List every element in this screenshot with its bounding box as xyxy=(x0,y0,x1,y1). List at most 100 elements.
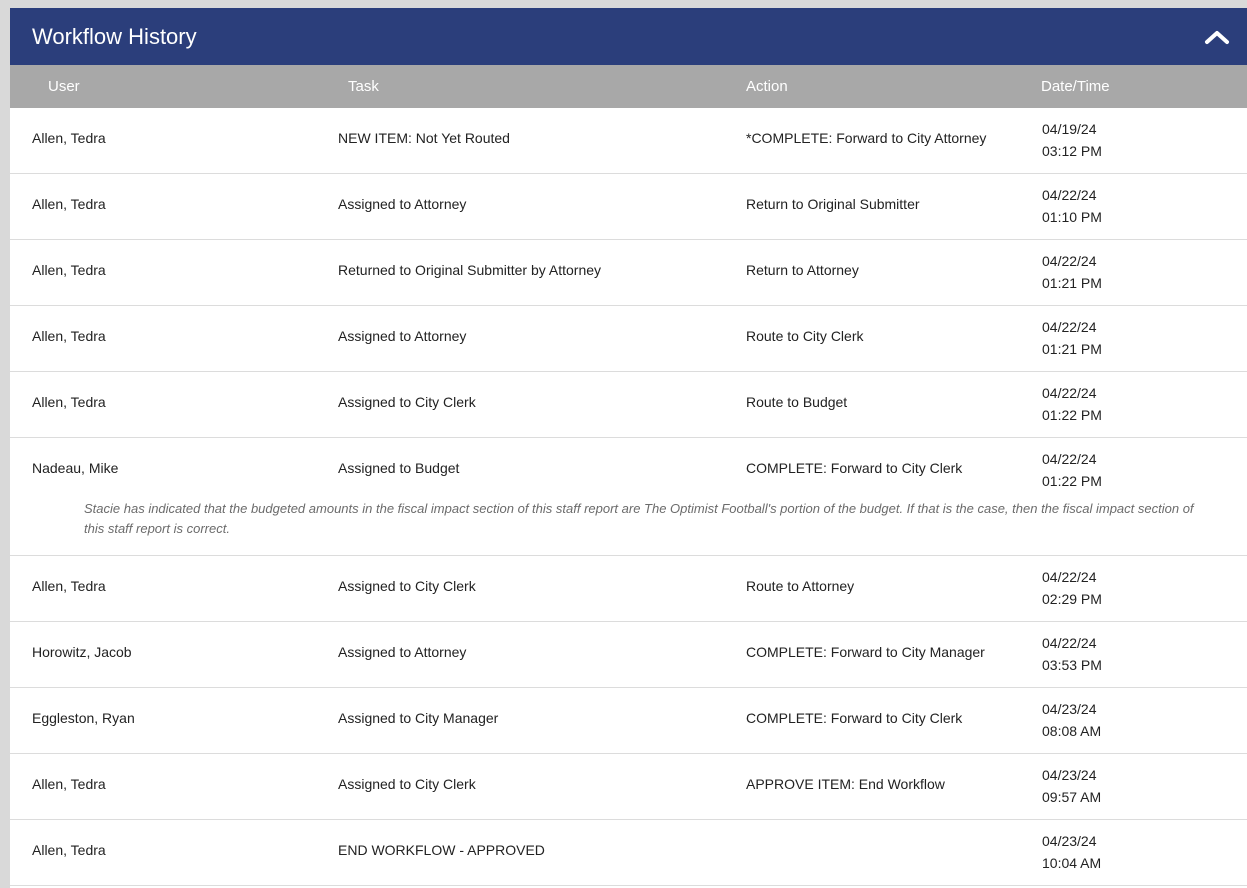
table-row-main: Nadeau, Mike Assigned to Budget COMPLETE: … xyxy=(10,438,1247,503)
cell-time: 03:53 PM xyxy=(1042,657,1102,673)
cell-user: Allen, Tedra xyxy=(32,394,106,410)
cell-task: Assigned to City Clerk xyxy=(338,578,476,594)
cell-action xyxy=(717,833,1014,842)
table-row-main: Allen, Tedra Assigned to City Clerk Route … xyxy=(10,556,1247,621)
column-header-action: Action xyxy=(746,78,788,95)
cell-datetime: 04/22/24 01:10 PM xyxy=(1014,184,1247,228)
cell-task: Assigned to Budget xyxy=(338,460,460,476)
cell-date: 04/22/24 xyxy=(1042,187,1097,203)
cell-time: 01:10 PM xyxy=(1042,209,1102,225)
cell-date: 04/22/24 xyxy=(1042,385,1097,401)
cell-datetime: 04/22/24 01:21 PM xyxy=(1014,316,1247,360)
table-row-main: Allen, Tedra NEW ITEM: Not Yet Routed *COM… xyxy=(10,108,1247,173)
cell-date: 04/22/24 xyxy=(1042,569,1097,585)
table-row: Allen, Tedra NEW ITEM: Not Yet Routed *COM… xyxy=(10,108,1247,174)
chevron-up-icon xyxy=(1204,29,1230,45)
cell-user: Allen, Tedra xyxy=(32,130,106,146)
cell-time: 10:04 AM xyxy=(1042,855,1102,871)
cell-user: Allen, Tedra xyxy=(32,262,106,278)
cell-datetime: 04/23/24 10:04 AM xyxy=(1014,830,1247,874)
cell-user: Allen, Tedra xyxy=(32,578,106,594)
table-row: Allen, Tedra Returned to Original Submitt… xyxy=(10,240,1247,306)
cell-task: Returned to Original Submitter by Attorn… xyxy=(338,262,602,278)
cell-datetime: 04/22/24 03:53 PM xyxy=(1014,632,1247,676)
column-header-task: Task xyxy=(348,78,379,95)
table-row-main: Allen, Tedra Assigned to Attorney Route to… xyxy=(10,306,1247,371)
cell-date: 04/22/24 xyxy=(1042,635,1097,651)
cell-date: 04/22/24 xyxy=(1042,451,1097,467)
cell-action: COMPLETE: Forward to City Clerk xyxy=(746,710,963,726)
table-row: Horowitz, Jacob Assigned to Attorney COMPL… xyxy=(10,622,1247,688)
column-header-datetime: Date/Time xyxy=(1041,78,1110,95)
cell-datetime: 04/19/24 03:12 PM xyxy=(1014,118,1247,162)
cell-action: Route to City Clerk xyxy=(746,328,864,344)
panel-header: Workflow History xyxy=(10,8,1247,65)
table-row: Allen, Tedra Assigned to City Clerk Route … xyxy=(10,372,1247,438)
table-row-main: Allen, Tedra Returned to Original Submitt… xyxy=(10,240,1247,305)
cell-task: Assigned to City Manager xyxy=(338,710,499,726)
cell-datetime: 04/22/24 01:22 PM xyxy=(1014,382,1247,426)
cell-time: 01:22 PM xyxy=(1042,407,1102,423)
table-row: Allen, Tedra Assigned to Attorney Return t… xyxy=(10,174,1247,240)
collapse-button[interactable] xyxy=(1197,17,1237,57)
table-row: Nadeau, Mike Assigned to Budget COMPLETE: … xyxy=(10,438,1247,556)
cell-task: Assigned to City Clerk xyxy=(338,394,476,410)
cell-time: 09:57 AM xyxy=(1042,789,1102,805)
cell-task: Assigned to Attorney xyxy=(338,328,467,344)
cell-action: Return to Original Submitter xyxy=(746,196,920,212)
table-row-main: Allen, Tedra Assigned to City Clerk APPROV… xyxy=(10,754,1247,819)
cell-time: 01:22 PM xyxy=(1042,473,1102,489)
cell-user: Horowitz, Jacob xyxy=(32,644,132,660)
cell-time: 01:21 PM xyxy=(1042,341,1102,357)
cell-action: COMPLETE: Forward to City Manager xyxy=(746,644,985,660)
cell-task: END WORKFLOW - APPROVED xyxy=(338,842,545,858)
cell-datetime: 04/23/24 09:57 AM xyxy=(1014,764,1247,808)
cell-task: Assigned to Attorney xyxy=(338,196,467,212)
panel-title: Workflow History xyxy=(32,23,197,49)
cell-time: 03:12 PM xyxy=(1042,143,1102,159)
cell-user: Allen, Tedra xyxy=(32,842,106,858)
table-row-main: Allen, Tedra END WORKFLOW - APPROVED 04/23… xyxy=(10,820,1247,885)
row-comment: Stacie has indicated that the budgeted a… xyxy=(84,501,1194,536)
table-row-main: Allen, Tedra Assigned to Attorney Return t… xyxy=(10,174,1247,239)
table-row: Allen, Tedra Assigned to City Clerk Route … xyxy=(10,556,1247,622)
cell-action: COMPLETE: Forward to City Clerk xyxy=(746,460,963,476)
cell-action: *COMPLETE: Forward to City Attorney xyxy=(746,130,987,146)
table-row: Allen, Tedra Assigned to Attorney Route to… xyxy=(10,306,1247,372)
column-header-user: User xyxy=(48,78,80,95)
cell-action: Route to Attorney xyxy=(746,578,855,594)
cell-action: APPROVE ITEM: End Workflow xyxy=(746,776,945,792)
table-row: Allen, Tedra Assigned to City Clerk APPROV… xyxy=(10,754,1247,820)
cell-action: Route to Budget xyxy=(746,394,848,410)
cell-datetime: 04/22/24 01:22 PM xyxy=(1014,448,1247,492)
cell-user: Allen, Tedra xyxy=(32,328,106,344)
cell-date: 04/22/24 xyxy=(1042,253,1097,269)
cell-user: Allen, Tedra xyxy=(32,776,106,792)
table-row-main: Allen, Tedra Assigned to City Clerk Route … xyxy=(10,372,1247,437)
table-row: Allen, Tedra END WORKFLOW - APPROVED 04/23… xyxy=(10,820,1247,886)
cell-date: 04/19/24 xyxy=(1042,121,1097,137)
cell-time: 01:21 PM xyxy=(1042,275,1102,291)
cell-user: Eggleston, Ryan xyxy=(32,710,135,726)
column-header-row: User Task Action Date/Time xyxy=(10,65,1247,108)
cell-date: 04/22/24 xyxy=(1042,319,1097,335)
cell-date: 04/23/24 xyxy=(1042,701,1097,717)
cell-task: NEW ITEM: Not Yet Routed xyxy=(338,130,510,146)
cell-date: 04/23/24 xyxy=(1042,833,1097,849)
table-row: Eggleston, Ryan Assigned to City Manager C… xyxy=(10,688,1247,754)
cell-task: Assigned to Attorney xyxy=(338,644,467,660)
cell-datetime: 04/22/24 01:21 PM xyxy=(1014,250,1247,294)
workflow-history-panel: Workflow History User Task Action Date/T… xyxy=(10,8,1247,888)
history-table-body: Allen, Tedra NEW ITEM: Not Yet Routed *COM… xyxy=(10,108,1247,886)
cell-time: 02:29 PM xyxy=(1042,591,1102,607)
cell-date: 04/23/24 xyxy=(1042,767,1097,783)
table-row-main: Eggleston, Ryan Assigned to City Manager C… xyxy=(10,688,1247,753)
cell-task: Assigned to City Clerk xyxy=(338,776,476,792)
table-row-main: Horowitz, Jacob Assigned to Attorney COMPL… xyxy=(10,622,1247,687)
cell-datetime: 04/22/24 02:29 PM xyxy=(1014,566,1247,610)
cell-time: 08:08 AM xyxy=(1042,723,1102,739)
cell-action: Return to Attorney xyxy=(746,262,859,278)
cell-user: Allen, Tedra xyxy=(32,196,106,212)
cell-datetime: 04/23/24 08:08 AM xyxy=(1014,698,1247,742)
cell-user: Nadeau, Mike xyxy=(32,460,119,476)
